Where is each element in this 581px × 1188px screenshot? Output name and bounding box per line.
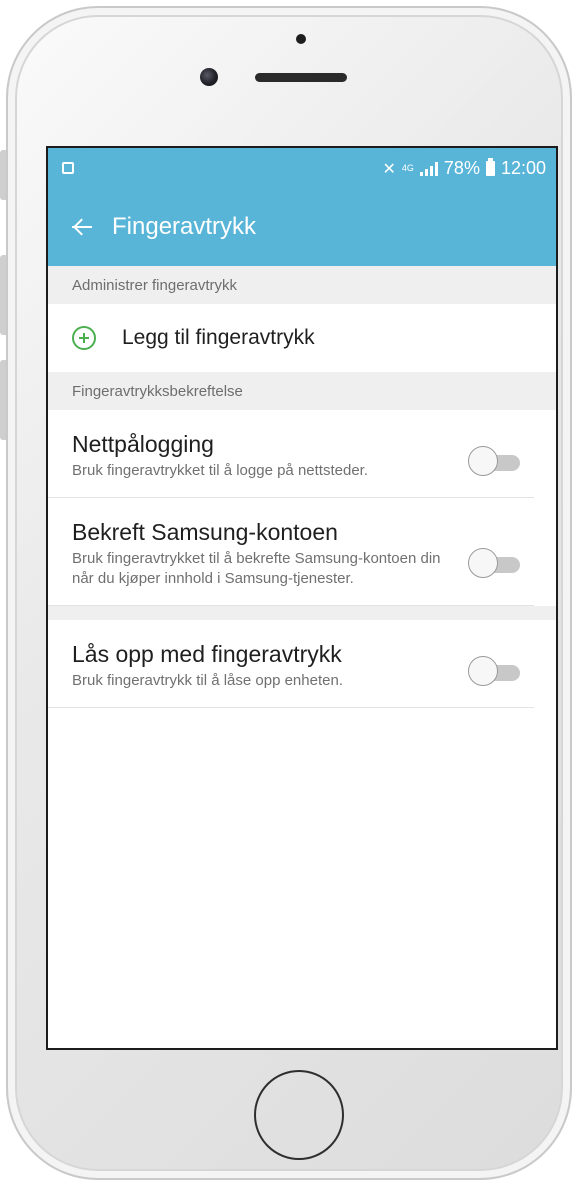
toggle-thumb: [468, 548, 498, 578]
section-header-verification: Fingeravtrykksbekreftelse: [48, 372, 556, 410]
app-bar: Fingeravtrykk: [48, 188, 556, 266]
clock: 12:00: [500, 158, 546, 178]
setting-description: Bruk fingeravtrykket til å logge på nett…: [72, 462, 368, 479]
add-fingerprint-label: Legg til fingeravtrykk: [122, 326, 315, 349]
setting-title: Bekreft Samsung-kontoen: [72, 519, 338, 545]
home-button[interactable]: [254, 1070, 344, 1160]
page-title: Fingeravtrykk: [112, 213, 257, 240]
setting-title: Nettpålogging: [72, 431, 214, 457]
device-screen: ✕ 4G 78% 12:00 Fingeravtrykk Administrer…: [46, 146, 558, 1050]
setting-unlock[interactable]: Lås opp med fingeravtrykk Bruk fingeravt…: [48, 620, 534, 708]
setting-description: Bruk fingeravtrykket til å bekrefte Sams…: [72, 550, 441, 587]
mute-icon: ✕: [382, 160, 396, 178]
add-fingerprint-item[interactable]: Legg til fingeravtrykk: [48, 304, 556, 372]
status-icons: ✕ 4G 78% 12:00: [382, 158, 546, 179]
setting-web-signin[interactable]: Nettpålogging Bruk fingeravtrykket til å…: [48, 410, 534, 498]
battery-percent: 78%: [443, 158, 480, 178]
signal-strength-icon: [419, 161, 438, 176]
earpiece-speaker: [255, 73, 347, 82]
settings-content: Administrer fingeravtrykk Legg til finge…: [48, 266, 556, 1048]
unlock-toggle[interactable]: [468, 656, 520, 688]
front-camera-icon: [200, 68, 218, 86]
back-arrow-icon[interactable]: [68, 213, 96, 241]
gallery-notification-icon: [62, 162, 74, 174]
setting-samsung-account[interactable]: Bekreft Samsung-kontoen Bruk fingeravtry…: [48, 498, 534, 606]
network-type: 4G: [401, 163, 414, 173]
front-sensor: [296, 34, 306, 44]
setting-description: Bruk fingeravtrykk til å låse opp enhete…: [72, 672, 343, 689]
battery-icon: [485, 158, 495, 176]
toggle-thumb: [468, 446, 498, 476]
phone-stage: ✕ 4G 78% 12:00 Fingeravtrykk Administrer…: [0, 0, 581, 1188]
samsung-account-toggle[interactable]: [468, 548, 520, 580]
toggle-thumb: [468, 656, 498, 686]
section-header-manage: Administrer fingeravtrykk: [48, 266, 556, 304]
setting-title: Lås opp med fingeravtrykk: [72, 641, 342, 667]
plus-icon: [72, 326, 96, 350]
web-signin-toggle[interactable]: [468, 446, 520, 478]
section-divider: [48, 606, 556, 620]
status-bar: ✕ 4G 78% 12:00: [48, 148, 556, 188]
